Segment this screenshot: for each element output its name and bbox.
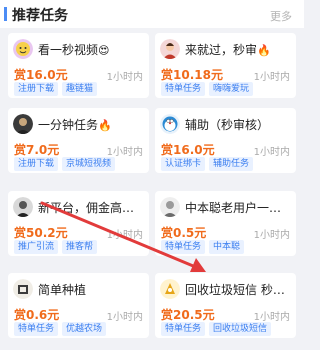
task-reward: 赏16.0元	[14, 68, 68, 82]
plant-avatar	[13, 279, 33, 299]
task-card[interactable]: 看一秒视频😍 赏16.0元 1小时内 注册下载 趣链猫	[8, 33, 149, 98]
task-tag: 推客帮	[62, 240, 98, 254]
task-card[interactable]: 中本聪老用户一张图... 赏0.5元 1小时内 特单任务 中本聪	[155, 191, 296, 256]
task-tag: 特单任务	[161, 240, 206, 254]
task-card[interactable]: 辅助（秒审核） 赏16.0元 1小时内 认证绑卡 辅助任务	[155, 108, 296, 173]
section-header: 推荐任务 更多	[0, 0, 304, 28]
task-tag: 辅助任务	[209, 157, 254, 171]
task-title: 回收垃圾短信 秒审核	[185, 283, 293, 297]
task-reward: 赏50.2元	[14, 226, 68, 240]
task-tag: 注册下载	[14, 82, 59, 96]
task-time: 1小时内	[253, 230, 290, 241]
task-title: 新平台，佣金高，提...	[38, 201, 146, 215]
task-title: 中本聪老用户一张图...	[185, 201, 293, 215]
task-reward: 赏0.6元	[14, 308, 60, 322]
task-tag: 嗨嗨爱玩	[209, 82, 254, 96]
task-time: 1小时内	[253, 72, 290, 83]
face-avatar	[13, 39, 33, 59]
task-tag: 回收垃圾短信	[209, 322, 272, 336]
gray-avatar	[160, 197, 180, 217]
task-card[interactable]: 回收垃圾短信 秒审核 赏20.5元 1小时内 特单任务 回收垃圾短信	[155, 273, 296, 338]
task-card[interactable]: 新平台，佣金高，提... 赏50.2元 1小时内 推广引流 推客帮	[8, 191, 149, 256]
task-reward: 赏7.0元	[14, 143, 60, 157]
header-accent-bar	[4, 7, 7, 21]
dark-avatar	[13, 114, 33, 134]
task-title: 简单种植	[38, 283, 87, 297]
task-title: 看一秒视频😍	[38, 43, 110, 57]
task-tag: 京城短视频	[62, 157, 116, 171]
task-tag: 优越农场	[62, 322, 107, 336]
task-tag: 中本聪	[209, 240, 245, 254]
task-time: 1小时内	[106, 230, 143, 241]
doraemon-avatar	[160, 114, 180, 134]
task-tag: 特单任务	[161, 322, 206, 336]
task-reward: 赏0.5元	[161, 226, 207, 240]
bw-avatar	[13, 197, 33, 217]
task-reward: 赏10.18元	[161, 68, 223, 82]
task-tag: 趣链猫	[62, 82, 98, 96]
task-tag: 认证绑卡	[161, 157, 206, 171]
task-time: 1小时内	[106, 72, 143, 83]
girl-avatar	[160, 39, 180, 59]
task-reward: 赏20.5元	[161, 308, 215, 322]
task-card[interactable]: 简单种植 赏0.6元 1小时内 特单任务 优越农场	[8, 273, 149, 338]
task-tag: 特单任务	[14, 322, 59, 336]
task-title: 来就过，秒审🔥	[185, 43, 271, 57]
gold-avatar	[160, 279, 180, 299]
task-title: 辅助（秒审核）	[185, 118, 270, 132]
task-reward: 赏16.0元	[161, 143, 215, 157]
task-card[interactable]: 来就过，秒审🔥 赏10.18元 1小时内 特单任务 嗨嗨爱玩	[155, 33, 296, 98]
task-tag: 特单任务	[161, 82, 206, 96]
more-link[interactable]: 更多	[270, 8, 292, 24]
page-title: 推荐任务	[12, 8, 68, 24]
task-tag: 注册下载	[14, 157, 59, 171]
task-card[interactable]: 一分钟任务🔥 赏7.0元 1小时内 注册下载 京城短视频	[8, 108, 149, 173]
task-time: 1小时内	[106, 147, 143, 158]
task-time: 1小时内	[253, 312, 290, 323]
task-tag: 推广引流	[14, 240, 59, 254]
task-title: 一分钟任务🔥	[38, 118, 112, 132]
task-time: 1小时内	[106, 312, 143, 323]
task-time: 1小时内	[253, 147, 290, 158]
